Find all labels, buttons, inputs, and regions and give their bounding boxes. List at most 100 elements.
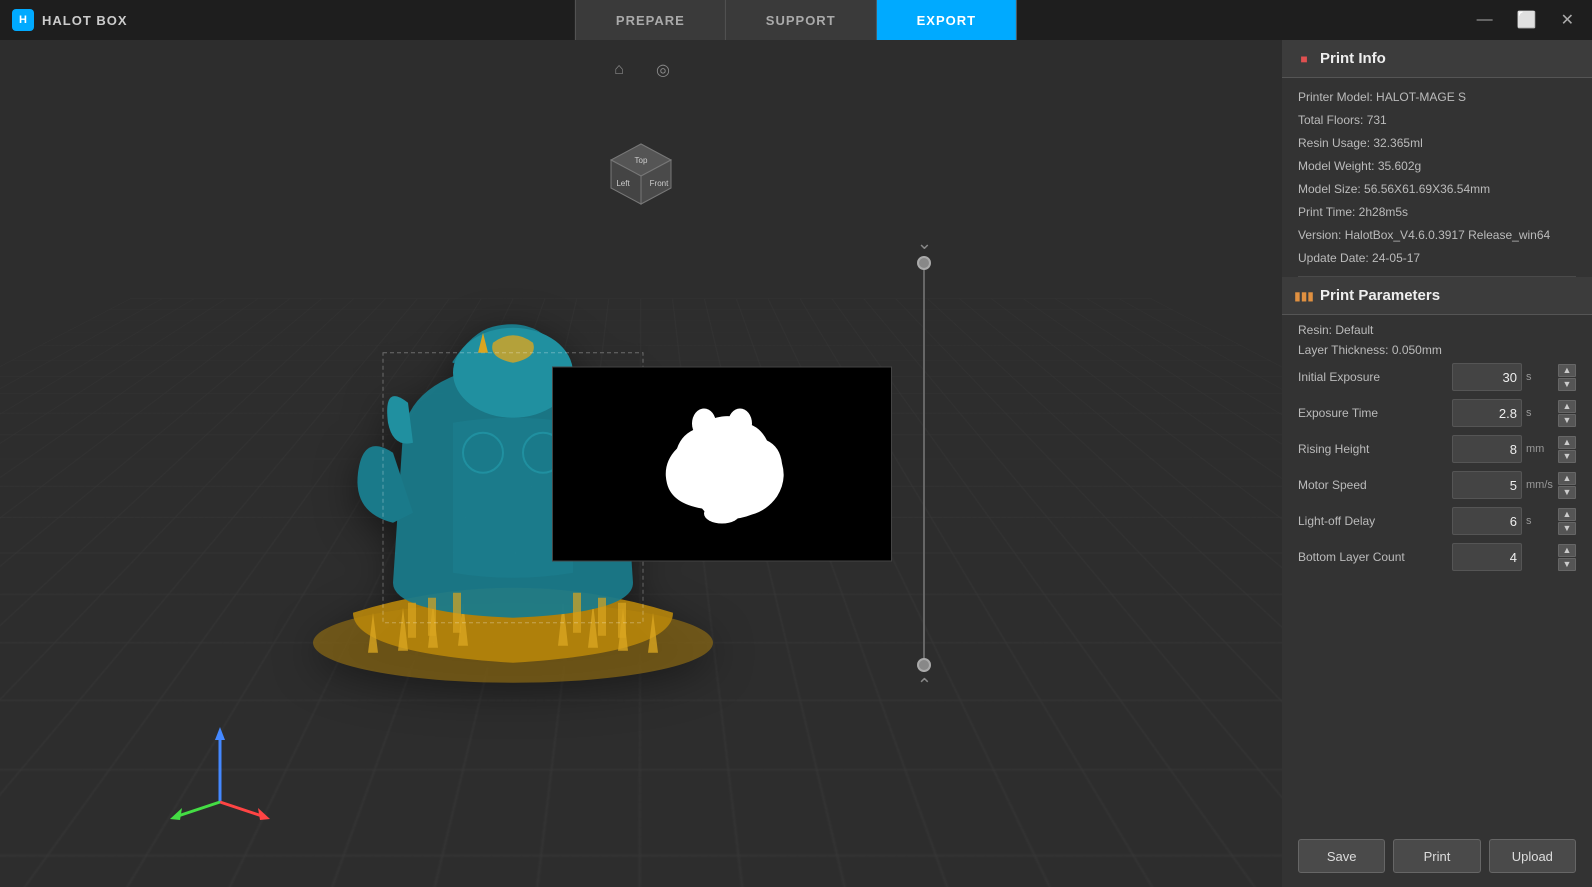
viewport[interactable]: ⌂ ◎ Top Left Front (0, 40, 1282, 887)
rising-height-unit: mm (1526, 443, 1554, 455)
light-off-delay-down[interactable]: ▼ (1558, 522, 1576, 535)
bottom-layer-count-label: Bottom Layer Count (1298, 550, 1452, 564)
light-off-delay-row: Light-off Delay s ▲ ▼ (1298, 507, 1576, 535)
light-off-delay-up[interactable]: ▲ (1558, 508, 1576, 521)
info-printer-model: Printer Model: HALOT-MAGE S (1298, 88, 1576, 106)
info-update-date: Update Date: 24-05-17 (1298, 249, 1576, 267)
print-button[interactable]: Print (1393, 839, 1480, 873)
titlebar-left: H HALOT BOX (12, 9, 128, 31)
motor-speed-up[interactable]: ▲ (1558, 472, 1576, 485)
rising-height-up[interactable]: ▲ (1558, 436, 1576, 449)
info-version: Version: HalotBox_V4.6.0.3917 Release_wi… (1298, 226, 1576, 244)
rising-height-down[interactable]: ▼ (1558, 450, 1576, 463)
axis-group (170, 722, 270, 827)
tab-prepare[interactable]: PREPARE (575, 0, 726, 40)
initial-exposure-up[interactable]: ▲ (1558, 364, 1576, 377)
rising-height-input[interactable] (1452, 435, 1522, 463)
motor-speed-unit: mm/s (1526, 479, 1554, 491)
rising-height-label: Rising Height (1298, 442, 1452, 456)
bottom-layer-count-down[interactable]: ▼ (1558, 558, 1576, 571)
svg-text:Top: Top (635, 156, 648, 165)
light-off-delay-label: Light-off Delay (1298, 514, 1452, 528)
exposure-time-spinner: ▲ ▼ (1558, 400, 1576, 427)
info-print-time: Print Time: 2h28m5s (1298, 203, 1576, 221)
tab-export[interactable]: EXPORT (877, 0, 1017, 40)
exposure-time-unit: s (1526, 407, 1554, 419)
motor-speed-down[interactable]: ▼ (1558, 486, 1576, 499)
initial-exposure-unit: s (1526, 371, 1554, 383)
orientation-cube[interactable]: Top Left Front (607, 140, 675, 213)
svg-text:Front: Front (650, 179, 669, 188)
window-controls: — ⬜ ✕ (1471, 8, 1580, 32)
print-info-block: Printer Model: HALOT-MAGE S Total Floors… (1282, 78, 1592, 276)
slider-up-arrow[interactable]: ⌄ (917, 234, 932, 252)
motor-speed-label: Motor Speed (1298, 478, 1452, 492)
print-info-icon: ■ (1296, 51, 1312, 67)
initial-exposure-input[interactable] (1452, 363, 1522, 391)
initial-exposure-row: Initial Exposure s ▲ ▼ (1298, 363, 1576, 391)
app-title: HALOT BOX (42, 13, 128, 28)
bottom-layer-count-spinner: ▲ ▼ (1558, 544, 1576, 571)
motor-speed-input[interactable] (1452, 471, 1522, 499)
motor-speed-spinner: ▲ ▼ (1558, 472, 1576, 499)
action-buttons: Save Print Upload (1282, 825, 1592, 887)
resin-label: Resin: Default (1298, 323, 1576, 337)
initial-exposure-input-group: s ▲ ▼ (1452, 363, 1576, 391)
slider-down-arrow[interactable]: ⌃ (917, 676, 932, 694)
print-params-header: ▮▮▮ Print Parameters (1282, 277, 1592, 315)
eye-icon[interactable]: ◎ (649, 56, 677, 84)
bottom-layer-count-up[interactable]: ▲ (1558, 544, 1576, 557)
minimize-button[interactable]: — (1471, 9, 1499, 31)
info-model-weight: Model Weight: 35.602g (1298, 157, 1576, 175)
exposure-time-input-group: s ▲ ▼ (1452, 399, 1576, 427)
layer-thickness-label: Layer Thickness: 0.050mm (1298, 343, 1576, 357)
print-params-icon: ▮▮▮ (1296, 288, 1312, 304)
exposure-time-down[interactable]: ▼ (1558, 414, 1576, 427)
slider-thumb-top[interactable] (917, 256, 931, 270)
viewport-top-icons: ⌂ ◎ (605, 56, 677, 84)
right-panel: ■ Print Info Printer Model: HALOT-MAGE S… (1282, 40, 1592, 887)
home-icon[interactable]: ⌂ (605, 56, 633, 84)
vertical-slider[interactable]: ⌄ ⌃ (917, 234, 932, 694)
rising-height-row: Rising Height mm ▲ ▼ (1298, 435, 1576, 463)
light-off-delay-input-group: s ▲ ▼ (1452, 507, 1576, 535)
bottom-layer-count-input[interactable] (1452, 543, 1522, 571)
upload-button[interactable]: Upload (1489, 839, 1576, 873)
info-total-floors: Total Floors: 731 (1298, 111, 1576, 129)
exposure-time-row: Exposure Time s ▲ ▼ (1298, 399, 1576, 427)
tab-support[interactable]: SUPPORT (726, 0, 877, 40)
info-resin-usage: Resin Usage: 32.365ml (1298, 134, 1576, 152)
motor-speed-input-group: mm/s ▲ ▼ (1452, 471, 1576, 499)
titlebar: H HALOT BOX PREPARE SUPPORT EXPORT — ⬜ ✕ (0, 0, 1592, 40)
print-info-title: Print Info (1320, 50, 1386, 67)
nav-tabs: PREPARE SUPPORT EXPORT (575, 0, 1017, 40)
app-logo: H (12, 9, 34, 31)
light-off-delay-unit: s (1526, 515, 1554, 527)
save-button[interactable]: Save (1298, 839, 1385, 873)
exposure-time-input[interactable] (1452, 399, 1522, 427)
slider-track[interactable] (923, 256, 925, 672)
initial-exposure-spinner: ▲ ▼ (1558, 364, 1576, 391)
slider-thumb-bottom[interactable] (917, 658, 931, 672)
model-silhouette (622, 389, 822, 539)
rising-height-input-group: mm ▲ ▼ (1452, 435, 1576, 463)
bottom-layer-count-row: Bottom Layer Count ▲ ▼ (1298, 543, 1576, 571)
maximize-button[interactable]: ⬜ (1511, 8, 1543, 32)
initial-exposure-label: Initial Exposure (1298, 370, 1452, 384)
print-params-title: Print Parameters (1320, 287, 1440, 304)
preview-box (552, 366, 892, 561)
params-block: Resin: Default Layer Thickness: 0.050mm … (1282, 315, 1592, 587)
print-info-header: ■ Print Info (1282, 40, 1592, 78)
info-model-size: Model Size: 56.56X61.69X36.54mm (1298, 180, 1576, 198)
motor-speed-row: Motor Speed mm/s ▲ ▼ (1298, 471, 1576, 499)
main-content: ⌂ ◎ Top Left Front (0, 40, 1592, 887)
svg-text:Left: Left (616, 179, 630, 188)
rising-height-spinner: ▲ ▼ (1558, 436, 1576, 463)
exposure-time-label: Exposure Time (1298, 406, 1452, 420)
light-off-delay-input[interactable] (1452, 507, 1522, 535)
exposure-time-up[interactable]: ▲ (1558, 400, 1576, 413)
initial-exposure-down[interactable]: ▼ (1558, 378, 1576, 391)
close-button[interactable]: ✕ (1555, 8, 1580, 32)
bottom-layer-count-input-group: ▲ ▼ (1452, 543, 1576, 571)
light-off-delay-spinner: ▲ ▼ (1558, 508, 1576, 535)
